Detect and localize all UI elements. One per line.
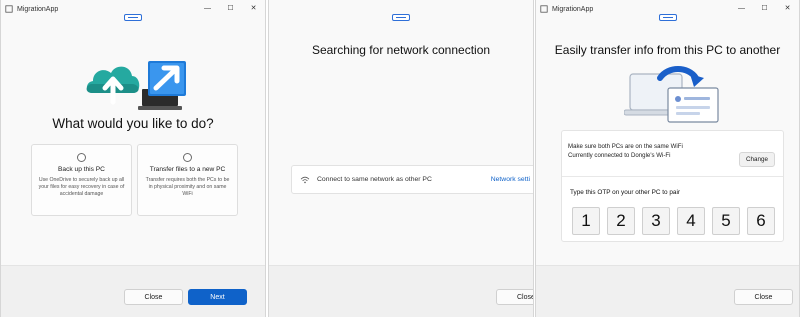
close-window-button[interactable]: ✕ [776,0,799,18]
drag-handle[interactable] [658,14,677,21]
network-connection-row[interactable]: Connect to same network as other PC Netw… [291,165,533,194]
change-network-button[interactable]: Change [739,152,775,167]
window-title: MigrationApp [552,5,594,13]
transfer-radio[interactable] [183,153,192,162]
otp-digit: 5 [712,207,740,235]
option-title: Transfer files to a new PC [149,166,226,173]
migration-window-choose-action: MigrationApp — ☐ ✕ What would you like t… [0,0,266,317]
pairing-panel: Make sure both PCs are on the same WiFi … [561,130,784,242]
option-title: Back up this PC [58,166,105,173]
maximize-button[interactable]: ☐ [219,0,242,18]
drag-handle[interactable] [124,14,142,21]
migration-window-pair-otp: MigrationApp — ☐ ✕ Easily transfer info … [535,0,800,317]
otp-instruction: Type this OTP on your other PC to pair [570,189,680,196]
otp-digit: 3 [642,207,670,235]
option-description: Transfer requires both the PCs to be in … [145,177,230,197]
otp-digit: 1 [572,207,600,235]
migration-window-searching-network: Searching for network connection Connect… [268,0,534,317]
app-icon [540,5,548,13]
window-title: MigrationApp [17,5,59,13]
cloud-upload-icon [86,66,140,105]
monitor-icon [667,87,719,123]
footer-bar: Close Next [1,265,265,317]
close-button[interactable]: Close [734,289,793,305]
maximize-button[interactable]: ☐ [753,0,776,18]
close-button[interactable]: Close [124,289,183,305]
minimize-button[interactable]: — [196,0,219,18]
network-settings-link[interactable]: Network setti [491,176,530,183]
network-row-label: Connect to same network as other PC [317,176,432,183]
page-title: Searching for network connection [311,43,491,57]
option-card-transfer[interactable]: Transfer files to a new PC Transfer requ… [137,144,238,216]
wifi-status: Currently connected to Dongle's Wi-Fi [568,152,671,159]
otp-digit: 2 [607,207,635,235]
close-window-button[interactable]: ✕ [242,0,265,18]
option-description: Use OneDrive to securely back up all you… [38,177,125,197]
close-button[interactable]: Close [496,289,533,305]
pc-transfer-illustration [624,66,719,123]
backup-radio[interactable] [77,153,86,162]
otp-digit: 6 [747,207,775,235]
wifi-instruction: Make sure both PCs are on the same WiFi [568,143,683,150]
laptop-arrow-icon [138,61,186,110]
backup-transfer-illustration [86,61,186,110]
page-title: Easily transfer info from this PC to ano… [554,43,781,57]
minimize-button[interactable]: — [730,0,753,18]
app-icon [5,5,13,13]
option-card-backup[interactable]: Back up this PC Use OneDrive to securely… [31,144,132,216]
otp-digit: 4 [677,207,705,235]
wifi-icon [300,176,310,183]
footer-bar: Close [536,265,799,317]
footer-bar: Close [269,265,533,317]
next-button[interactable]: Next [188,289,247,305]
divider [562,176,783,177]
drag-handle[interactable] [392,14,410,21]
page-title: What would you like to do? [52,116,214,131]
